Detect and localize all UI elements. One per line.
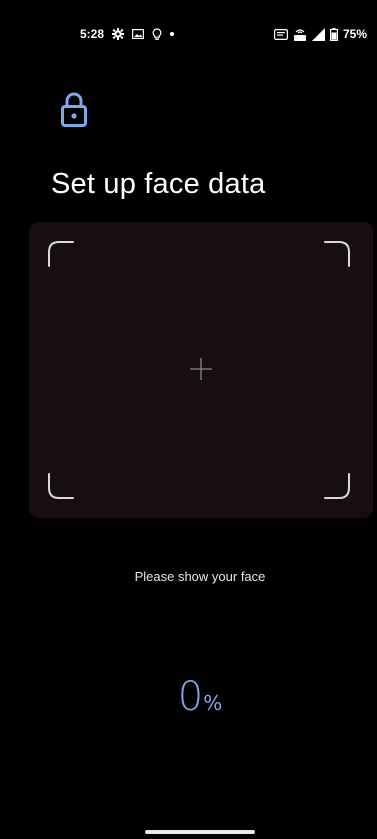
frame-corner-top-right <box>324 241 350 267</box>
frame-corner-bottom-right <box>324 473 350 499</box>
status-bar: 5:28 75% <box>0 22 377 46</box>
phone-screen: 5:28 75% Set up face data Please show yo… <box>0 0 377 839</box>
lightbulb-icon <box>152 27 162 41</box>
enrollment-progress: 0% <box>0 674 377 720</box>
page-title: Set up face data <box>51 168 266 200</box>
instruction-text: Please show your face <box>134 569 266 584</box>
camera-preview <box>29 222 373 518</box>
nfc-icon <box>273 28 288 40</box>
lock-icon <box>60 92 88 128</box>
progress-unit: % <box>203 691 223 715</box>
status-bar-left: 5:28 <box>80 22 175 46</box>
frame-corner-top-left <box>48 241 74 267</box>
status-bar-right: 75% <box>273 22 367 46</box>
progress-value: 0 <box>177 674 204 720</box>
face-frame <box>48 241 350 499</box>
status-time: 5:28 <box>80 27 105 41</box>
dot-icon <box>170 32 175 36</box>
home-indicator[interactable] <box>145 830 255 834</box>
battery-percent: 75% <box>342 27 367 41</box>
plus-icon <box>190 358 212 380</box>
frame-corner-bottom-left <box>48 473 74 499</box>
volte-icon <box>293 27 307 41</box>
image-icon <box>132 29 145 39</box>
gear-icon <box>112 28 125 40</box>
signal-icon <box>311 27 325 41</box>
battery-icon <box>329 27 338 41</box>
